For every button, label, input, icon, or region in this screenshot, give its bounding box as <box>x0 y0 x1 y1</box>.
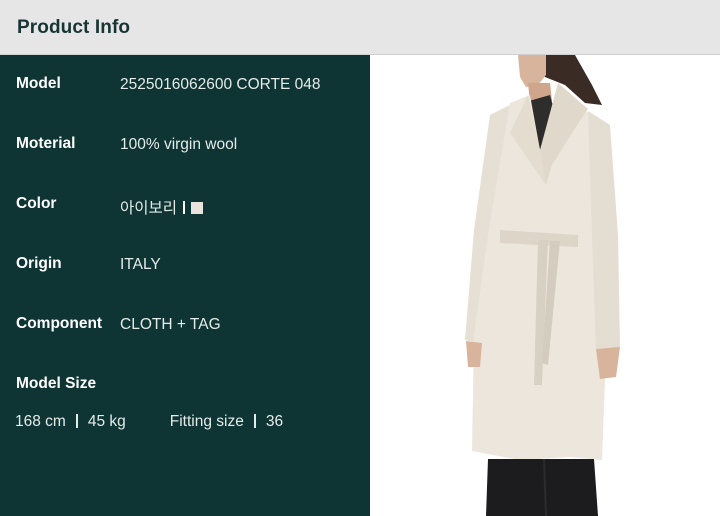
fitting-size-label: Fitting size <box>169 413 244 430</box>
model-size-label: Model Size <box>16 375 97 392</box>
product-info-panel: Model 2525016062600 CORTE 048 Moterial 1… <box>0 55 370 516</box>
product-photo <box>370 55 720 516</box>
origin-label: Origin <box>16 255 62 272</box>
info-row-material: Moterial 100% virgin wool <box>0 135 370 159</box>
face-shape <box>518 55 546 87</box>
model-weight: 45 kg <box>87 413 126 430</box>
size-divider <box>253 414 256 428</box>
size-divider <box>75 414 78 428</box>
right-hand-shape <box>596 347 620 379</box>
material-label: Moterial <box>16 135 76 152</box>
page-title: Product Info <box>17 17 131 38</box>
component-label: Component <box>16 315 103 332</box>
info-row-origin: Origin ITALY <box>0 255 370 279</box>
color-value: 아이보리 <box>120 200 178 217</box>
color-value-group: 아이보리 <box>120 196 204 218</box>
info-row-component: Component CLOTH + TAG <box>0 315 370 339</box>
color-divider <box>183 201 186 214</box>
model-wearing-coat-image <box>465 55 620 516</box>
color-swatch <box>191 202 204 214</box>
model-label: Model <box>16 75 61 92</box>
origin-value: ITALY <box>120 256 161 273</box>
info-row-model-size: Model Size <box>0 375 370 399</box>
material-value: 100% virgin wool <box>120 136 238 153</box>
left-hand-shape <box>466 341 482 367</box>
info-row-model: Model 2525016062600 CORTE 048 <box>0 75 370 99</box>
model-height: 168 cm <box>15 413 66 430</box>
component-value: CLOTH + TAG <box>120 316 221 333</box>
model-size-values: 168 cm 45 kg Fitting size 36 <box>15 413 283 431</box>
header-bar: Product Info <box>0 0 720 55</box>
model-value: 2525016062600 CORTE 048 <box>120 76 321 93</box>
info-row-color: Color 아이보리 <box>0 195 370 219</box>
color-label: Color <box>16 195 57 212</box>
fitting-size-value: 36 <box>265 413 284 430</box>
pants-shape <box>486 459 598 516</box>
